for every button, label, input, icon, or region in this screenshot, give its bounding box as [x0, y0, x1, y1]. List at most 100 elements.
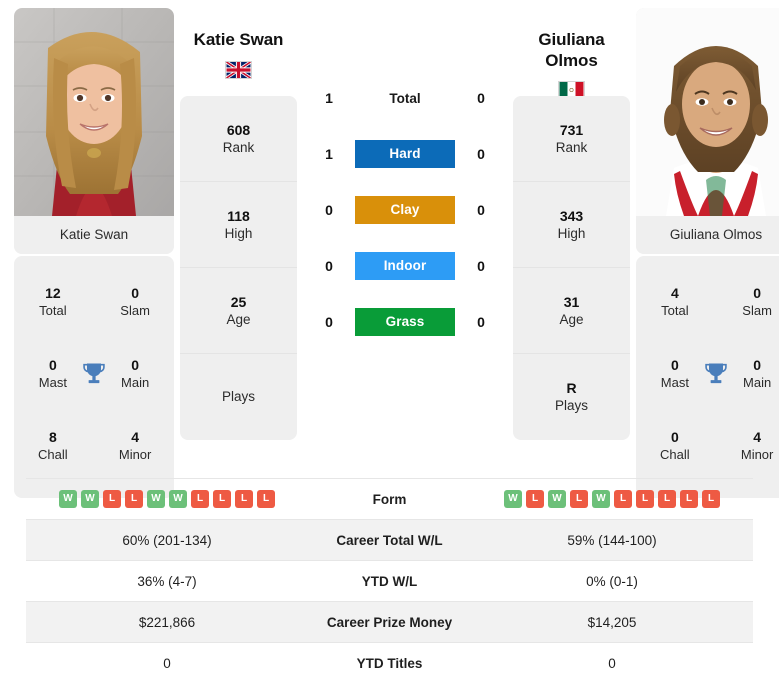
left-titles-chall-label: Chall	[38, 446, 68, 462]
right-titles-minor: 4 Minor	[732, 429, 779, 464]
left-high-value: 118	[227, 207, 250, 224]
left-rank-label: Rank	[222, 139, 255, 155]
left-player-photo-card[interactable]: Katie Swan	[14, 8, 174, 254]
form-badge-loss[interactable]: L	[213, 490, 231, 508]
stat-left-value: 60% (201-134)	[122, 532, 212, 548]
left-high-item: 118 High	[180, 182, 297, 268]
left-rank-item: 608 Rank	[180, 96, 297, 182]
table-row: $221,866 Career Prize Money $14,205	[26, 601, 753, 643]
left-titles-mast: 0 Mast	[28, 357, 78, 392]
form-badge-loss[interactable]: L	[570, 490, 588, 508]
table-row: 60% (201-134) Career Total W/L 59% (144-10…	[26, 519, 753, 561]
h2h-right-score-grass: 0	[477, 314, 485, 330]
left-player-heading: Katie Swan	[193, 8, 284, 96]
h2h-surface-grass[interactable]: Grass	[355, 308, 455, 336]
form-badge-loss[interactable]: L	[680, 490, 698, 508]
form-badge-loss[interactable]: L	[191, 490, 209, 508]
form-badge-win[interactable]: W	[81, 490, 99, 508]
form-badge-win[interactable]: W	[169, 490, 187, 508]
h2h-left-score-hard: 1	[325, 146, 333, 162]
form-badge-loss[interactable]: L	[103, 490, 121, 508]
left-titles-chall-value: 8	[48, 428, 57, 445]
form-badge-win[interactable]: W	[548, 490, 566, 508]
right-player-photo-card[interactable]: Giuliana Olmos	[636, 8, 779, 254]
left-age-value: 25	[230, 293, 247, 310]
player-comparison-page: Katie Swan 12 Total 0 Slam 0 Mast 0 Main…	[0, 0, 779, 699]
left-titles-row-3: 8 Chall 4 Minor	[14, 410, 174, 482]
right-titles-mast-value: 0	[670, 356, 679, 373]
form-badge-loss[interactable]: L	[614, 490, 632, 508]
h2h-row-total: 1 Total 0	[303, 70, 507, 126]
h2h-surface-label-indoor: Indoor	[355, 252, 455, 280]
form-badge-loss[interactable]: L	[257, 490, 275, 508]
right-player-heading: Giuliana Olmos	[538, 8, 605, 100]
left-titles-total-value: 12	[45, 284, 61, 301]
left-player-column: Katie Swan 12 Total 0 Slam 0 Mast 0 Main…	[14, 8, 174, 498]
h2h-surface-clay[interactable]: Clay	[355, 196, 455, 224]
left-age-item: 25 Age	[180, 268, 297, 354]
h2h-surface-indoor[interactable]: Indoor	[355, 252, 455, 280]
h2h-row-indoor: 0 Indoor 0	[303, 238, 507, 294]
left-titles-minor-label: Minor	[118, 446, 152, 462]
right-titles-row-2: 0 Mast 0 Main	[636, 338, 779, 410]
form-badge-win[interactable]: W	[504, 490, 522, 508]
right-plays-label: Plays	[554, 398, 588, 414]
right-high-item: 343 High	[513, 182, 630, 268]
form-badge-win[interactable]: W	[59, 490, 77, 508]
right-high-label: High	[557, 225, 586, 241]
h2h-row-grass: 0 Grass 0	[303, 294, 507, 350]
left-player-photo	[14, 8, 174, 216]
stat-left-value: $221,866	[138, 614, 196, 630]
h2h-surface-hard[interactable]: Hard	[355, 140, 455, 168]
right-titles-slam: 0 Slam	[732, 285, 779, 320]
comparison-stats-body: W W L L W W L L L L Form W L W L W L L L L L 60% (201-134) Car…	[26, 478, 753, 684]
h2h-surface-label-hard: Hard	[355, 140, 455, 168]
h2h-left-score-grass: 0	[325, 314, 333, 330]
table-row: W W L L W W L L L L Form W L W L W L L L L L	[26, 478, 753, 520]
right-player-column: Giuliana Olmos 4 Total 0 Slam 0 Mast 0 M…	[636, 8, 779, 498]
form-badge-loss[interactable]: L	[235, 490, 253, 508]
comparison-header: Katie Swan 12 Total 0 Slam 0 Mast 0 Main…	[0, 0, 779, 498]
table-row: 36% (4-7) YTD W/L 0% (0-1)	[26, 560, 753, 602]
right-player-name-line1: Giuliana	[538, 30, 605, 49]
form-badge-loss[interactable]: L	[125, 490, 143, 508]
left-rank-value: 608	[226, 121, 251, 138]
left-titles-total-label: Total	[39, 302, 67, 318]
stat-right-value: 59% (144-100)	[567, 532, 657, 548]
right-titles-mast: 0 Mast	[650, 357, 700, 392]
left-player-name: Katie Swan	[193, 30, 284, 49]
right-player-photo-caption: Giuliana Olmos	[636, 216, 779, 254]
right-high-value: 343	[559, 207, 584, 224]
h2h-right-score-clay: 0	[477, 202, 485, 218]
h2h-row-clay: 0 Clay 0	[303, 182, 507, 238]
stat-right-value: 0% (0-1)	[586, 573, 638, 589]
left-titles-row-1: 12 Total 0 Slam	[14, 266, 174, 338]
form-badge-loss[interactable]: L	[658, 490, 676, 508]
right-age-item: 31 Age	[513, 268, 630, 354]
right-titles-slam-value: 0	[753, 284, 762, 301]
stat-left-value: 0	[163, 655, 171, 671]
form-badge-win[interactable]: W	[592, 490, 610, 508]
stat-row-label: Career Prize Money	[326, 614, 453, 630]
left-plays-item: Plays	[180, 354, 297, 440]
stat-right-value: $14,205	[587, 614, 637, 630]
form-badge-win[interactable]: W	[147, 490, 165, 508]
head-to-head-column: 1 Total 0 1 Hard 0 0 Clay 0 0 Indoor 0 0 Grass 0	[303, 8, 507, 350]
right-age-value: 31	[563, 293, 580, 310]
form-badge-loss[interactable]: L	[702, 490, 720, 508]
stat-left-value: 36% (4-7)	[137, 573, 197, 589]
left-plays-label: Plays	[221, 389, 255, 405]
h2h-left-score-total: 1	[325, 90, 333, 106]
form-badge-loss[interactable]: L	[526, 490, 544, 508]
left-titles-main-label: Main	[121, 374, 150, 390]
h2h-surface-label-grass: Grass	[355, 308, 455, 336]
stat-row-label: YTD W/L	[361, 573, 418, 589]
right-titles-total-value: 4	[670, 284, 679, 301]
right-titles-mast-label: Mast	[660, 374, 689, 390]
h2h-row-hard: 1 Hard 0	[303, 126, 507, 182]
left-player-photo-caption: Katie Swan	[14, 216, 174, 254]
right-plays-value: R	[566, 380, 577, 397]
right-titles-chall-label: Chall	[660, 446, 690, 462]
form-badge-loss[interactable]: L	[636, 490, 654, 508]
right-titles-main: 0 Main	[732, 357, 779, 392]
